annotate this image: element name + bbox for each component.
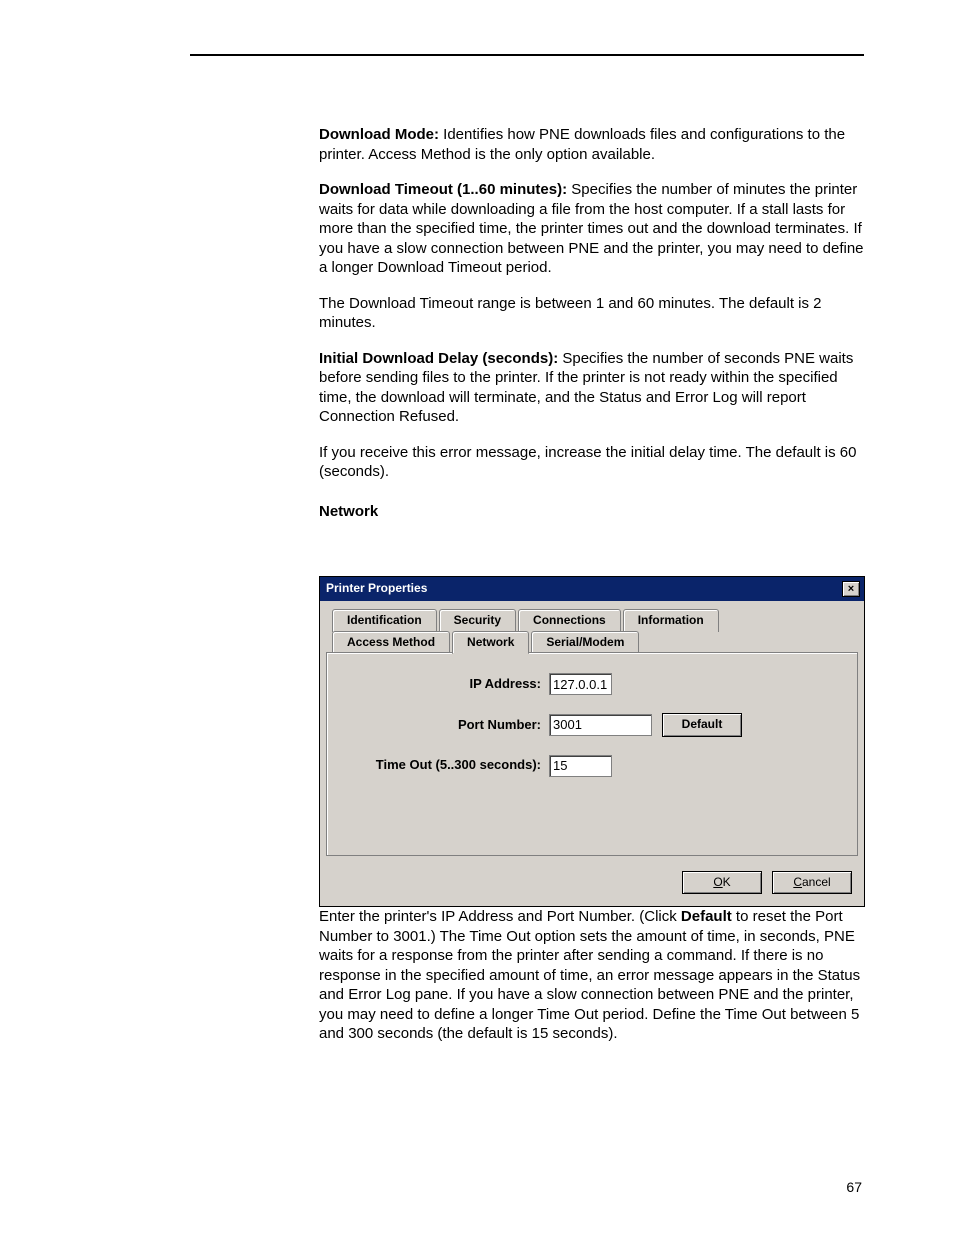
tab-access-method[interactable]: Access Method (332, 631, 450, 654)
paragraph: The Download Timeout range is between 1 … (319, 294, 864, 333)
tab-network[interactable]: Network (452, 631, 529, 655)
paragraph: If you receive this error message, incre… (319, 443, 864, 482)
term-download-timeout: Download Timeout (1..60 minutes): (319, 181, 567, 198)
tab-serial-modem[interactable]: Serial/Modem (531, 631, 639, 654)
tab-row-2: Access Method Network Serial/Modem (332, 631, 858, 654)
tab-connections[interactable]: Connections (518, 609, 621, 632)
default-button[interactable]: Default (662, 713, 742, 737)
ok-button[interactable]: OK (682, 871, 762, 895)
term-download-mode: Download Mode: (319, 126, 439, 143)
dialog-title-text: Printer Properties (326, 581, 842, 597)
paragraph: Download Timeout (1..60 minutes): Specif… (319, 180, 864, 278)
term-initial-delay: Initial Download Delay (seconds): (319, 350, 558, 367)
text-span: to reset the Port Number to 3001.) The T… (319, 908, 860, 1042)
document-page: Download Mode: Identifies how PNE downlo… (0, 0, 954, 1235)
tab-panel-network: IP Address: Port Number: Default Time Ou… (326, 652, 858, 856)
tab-identification[interactable]: Identification (332, 609, 437, 632)
dialog-footer: OK Cancel (320, 861, 864, 907)
printer-properties-dialog: Printer Properties × Identification Secu… (319, 576, 865, 907)
label-ip-address: IP Address: (341, 676, 549, 693)
section-heading-network: Network (319, 502, 864, 522)
label-timeout: Time Out (5..300 seconds): (341, 757, 549, 774)
timeout-input[interactable] (549, 755, 612, 777)
header-rule (190, 54, 864, 56)
row-ip: IP Address: (341, 673, 843, 695)
tab-row-1: Identification Security Connections Info… (332, 609, 858, 632)
label-port-number: Port Number: (341, 717, 549, 734)
ip-address-input[interactable] (549, 673, 612, 695)
dialog-titlebar: Printer Properties × (320, 577, 864, 601)
body-text: Download Mode: Identifies how PNE downlo… (319, 125, 864, 1044)
paragraph: Download Mode: Identifies how PNE downlo… (319, 125, 864, 164)
page-number: 67 (846, 1179, 862, 1195)
port-number-input[interactable] (549, 714, 652, 736)
tab-information[interactable]: Information (623, 609, 719, 632)
close-icon[interactable]: × (842, 581, 860, 597)
cancel-button[interactable]: Cancel (772, 871, 852, 895)
paragraph: Enter the printer's IP Address and Port … (319, 907, 864, 1044)
tab-container: Identification Security Connections Info… (320, 601, 864, 861)
row-timeout: Time Out (5..300 seconds): (341, 755, 843, 777)
tab-security[interactable]: Security (439, 609, 516, 632)
text-span: Enter the printer's IP Address and Port … (319, 908, 681, 925)
row-port: Port Number: Default (341, 713, 843, 737)
text-default-ref: Default (681, 908, 732, 925)
paragraph: Initial Download Delay (seconds): Specif… (319, 349, 864, 427)
